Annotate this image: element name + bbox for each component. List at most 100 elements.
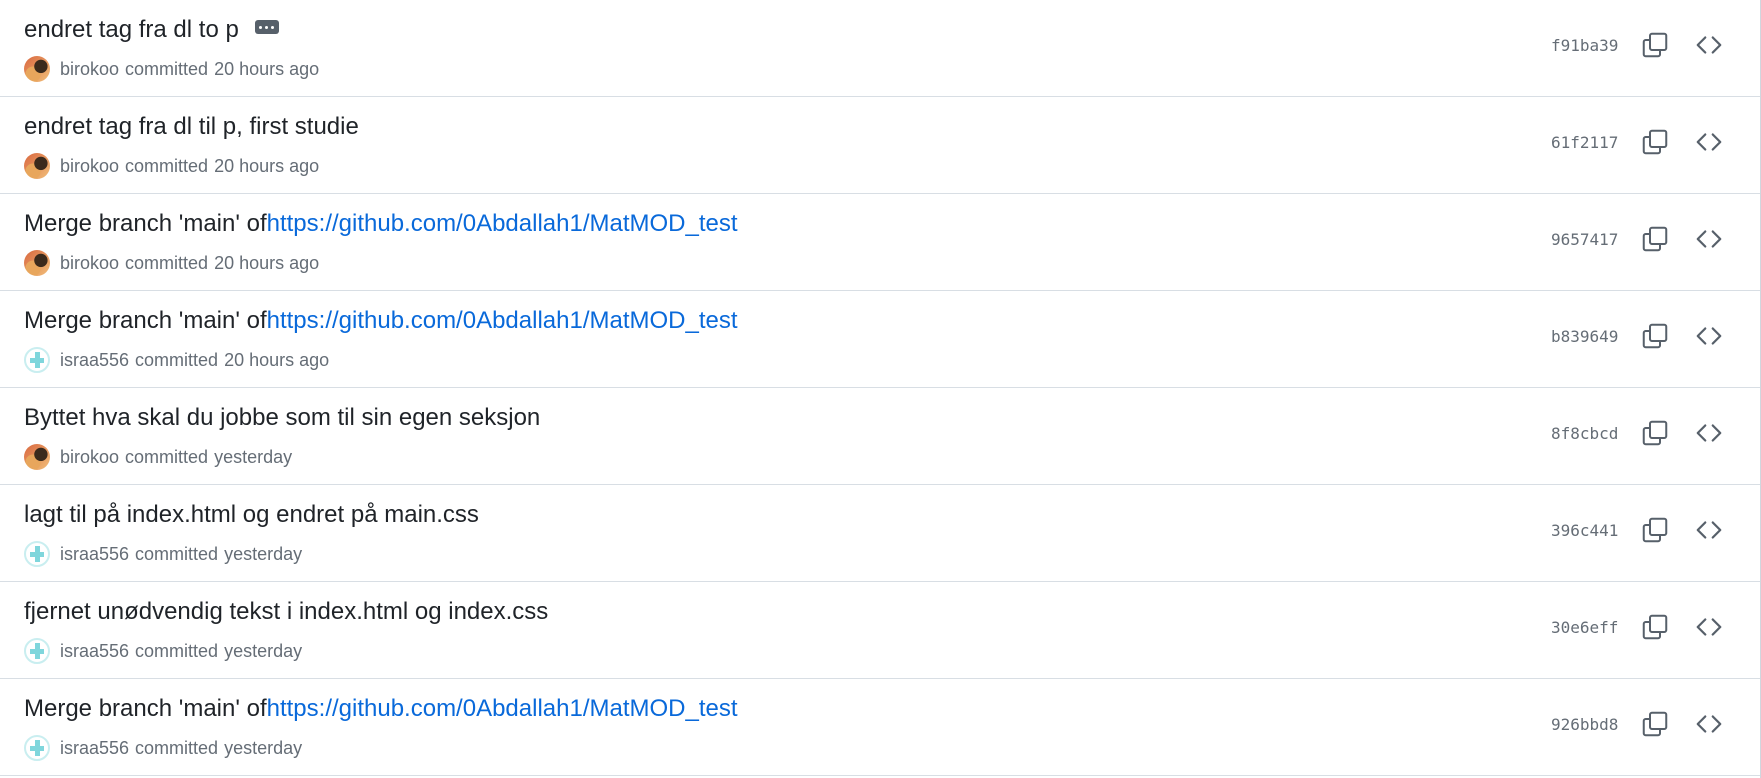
code-icon — [1696, 36, 1722, 54]
commit-action: committed — [135, 349, 219, 370]
browse-repo-button[interactable] — [1694, 418, 1724, 448]
browse-repo-button[interactable] — [1694, 612, 1724, 642]
avatar[interactable] — [24, 347, 50, 373]
copy-sha-button[interactable] — [1640, 418, 1670, 448]
commit-author[interactable]: birokoo — [60, 447, 119, 468]
copy-sha-button[interactable] — [1640, 321, 1670, 351]
commit-meta: israa556 committed yesterday — [24, 638, 302, 664]
copy-sha-button[interactable] — [1640, 127, 1670, 157]
avatar[interactable] — [24, 541, 50, 567]
commit-message[interactable]: Merge branch 'main' of https://github.co… — [24, 210, 738, 238]
commit-message[interactable]: Merge branch 'main' of https://github.co… — [24, 307, 738, 335]
commit-row: endret tag fra dl til p, first studie bi… — [0, 97, 1760, 194]
commit-sha[interactable]: 396c441 — [1551, 521, 1618, 540]
copy-sha-button[interactable] — [1640, 30, 1670, 60]
commit-message[interactable]: Merge branch 'main' of https://github.co… — [24, 695, 738, 723]
commit-message-link[interactable]: https://github.com/0Abdallah1/MatMOD_tes… — [267, 695, 738, 723]
commit-time: yesterday — [224, 640, 303, 661]
copy-icon — [1642, 226, 1668, 252]
commit-message[interactable]: endret tag fra dl til p, first studie — [24, 113, 359, 141]
commit-time: yesterday — [224, 737, 303, 758]
avatar[interactable] — [24, 735, 50, 761]
copy-sha-button[interactable] — [1640, 612, 1670, 642]
commit-time: 20 hours ago — [224, 349, 330, 370]
code-icon — [1696, 424, 1722, 442]
browse-repo-button[interactable] — [1694, 127, 1724, 157]
commit-time: 20 hours ago — [214, 58, 320, 79]
copy-icon — [1642, 32, 1668, 58]
commit-author[interactable]: birokoo — [60, 156, 119, 177]
copy-sha-button[interactable] — [1640, 515, 1670, 545]
commit-message[interactable]: endret tag fra dl to p — [24, 16, 279, 44]
browse-repo-button[interactable] — [1694, 224, 1724, 254]
ellipsis-icon[interactable] — [254, 20, 279, 34]
commit-sha[interactable]: 8f8cbcd — [1551, 424, 1618, 443]
commit-meta: birokoo committed yesterday — [24, 444, 292, 470]
copy-sha-button[interactable] — [1640, 224, 1670, 254]
commit-time: yesterday — [214, 446, 293, 467]
code-icon — [1696, 230, 1722, 248]
commit-message-text[interactable]: Merge branch 'main' of — [24, 307, 267, 335]
avatar[interactable] — [24, 444, 50, 470]
copy-icon — [1642, 420, 1668, 446]
commit-meta: birokoo committed 20 hours ago — [24, 56, 319, 82]
avatar[interactable] — [24, 638, 50, 664]
commit-message-text[interactable]: Merge branch 'main' of — [24, 695, 267, 723]
commit-message-text[interactable]: endret tag fra dl til p, first studie — [24, 113, 359, 141]
copy-icon — [1642, 711, 1668, 737]
commit-row: Byttet hva skal du jobbe som til sin ege… — [0, 388, 1760, 485]
commit-sha[interactable]: 9657417 — [1551, 230, 1618, 249]
avatar[interactable] — [24, 153, 50, 179]
commit-message[interactable]: fjernet unødvendig tekst i index.html og… — [24, 598, 548, 626]
browse-repo-button[interactable] — [1694, 30, 1724, 60]
code-icon — [1696, 521, 1722, 539]
commit-time: 20 hours ago — [214, 252, 320, 273]
commit-action: committed — [135, 737, 219, 758]
commit-row: Merge branch 'main' of https://github.co… — [0, 679, 1760, 776]
avatar[interactable] — [24, 250, 50, 276]
commit-message-text[interactable]: lagt til på index.html og endret på main… — [24, 501, 479, 529]
commit-action: committed — [125, 58, 209, 79]
commit-meta: birokoo committed 20 hours ago — [24, 153, 319, 179]
commit-author[interactable]: israa556 — [60, 544, 129, 565]
avatar[interactable] — [24, 56, 50, 82]
browse-repo-button[interactable] — [1694, 709, 1724, 739]
commit-author[interactable]: birokoo — [60, 253, 119, 274]
commit-message-link[interactable]: https://github.com/0Abdallah1/MatMOD_tes… — [267, 210, 738, 238]
commit-author[interactable]: birokoo — [60, 59, 119, 80]
commit-sha[interactable]: 30e6eff — [1551, 618, 1618, 637]
copy-icon — [1642, 517, 1668, 543]
code-icon — [1696, 715, 1722, 733]
commit-sha[interactable]: f91ba39 — [1551, 36, 1618, 55]
commit-meta: birokoo committed 20 hours ago — [24, 250, 319, 276]
commit-author[interactable]: israa556 — [60, 641, 129, 662]
code-icon — [1696, 327, 1722, 345]
commit-row: Merge branch 'main' of https://github.co… — [0, 291, 1760, 388]
commit-message-text[interactable]: Byttet hva skal du jobbe som til sin ege… — [24, 404, 540, 432]
commit-action: committed — [135, 640, 219, 661]
browse-repo-button[interactable] — [1694, 515, 1724, 545]
copy-icon — [1642, 129, 1668, 155]
commit-time: 20 hours ago — [214, 155, 320, 176]
commit-author[interactable]: israa556 — [60, 350, 129, 371]
copy-icon — [1642, 614, 1668, 640]
commit-meta: israa556 committed 20 hours ago — [24, 347, 329, 373]
commit-row: endret tag fra dl to p birokoo committed… — [0, 0, 1760, 97]
commit-action: committed — [125, 252, 209, 273]
commit-message-text[interactable]: Merge branch 'main' of — [24, 210, 267, 238]
copy-sha-button[interactable] — [1640, 709, 1670, 739]
commit-action: committed — [125, 446, 209, 467]
commit-message[interactable]: lagt til på index.html og endret på main… — [24, 501, 479, 529]
commit-message-link[interactable]: https://github.com/0Abdallah1/MatMOD_tes… — [267, 307, 738, 335]
commit-author[interactable]: israa556 — [60, 738, 129, 759]
commit-message[interactable]: Byttet hva skal du jobbe som til sin ege… — [24, 404, 540, 432]
commit-sha[interactable]: 926bbd8 — [1551, 715, 1618, 734]
commit-sha[interactable]: 61f2117 — [1551, 133, 1618, 152]
commit-sha[interactable]: b839649 — [1551, 327, 1618, 346]
browse-repo-button[interactable] — [1694, 321, 1724, 351]
commit-action: committed — [135, 543, 219, 564]
copy-icon — [1642, 323, 1668, 349]
code-icon — [1696, 133, 1722, 151]
commit-message-text[interactable]: endret tag fra dl to p — [24, 16, 239, 44]
commit-message-text[interactable]: fjernet unødvendig tekst i index.html og… — [24, 598, 548, 626]
